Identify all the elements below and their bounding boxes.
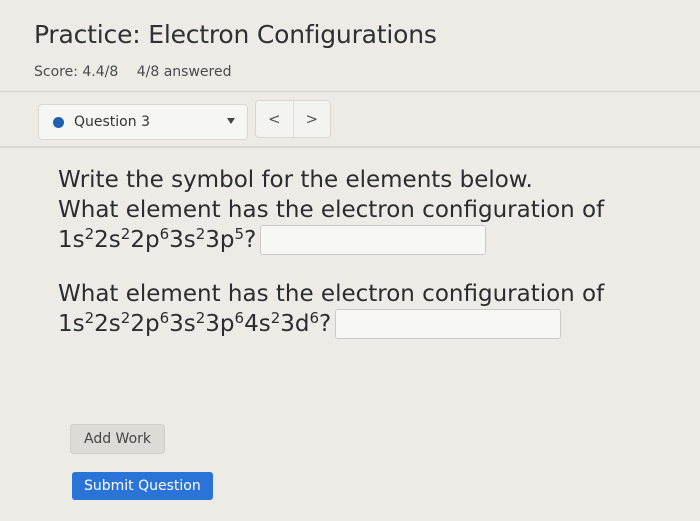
question-part-2-text: What element has the electron configurat… bbox=[58, 281, 605, 307]
question-mark-2: ? bbox=[319, 311, 332, 337]
prev-question-button[interactable]: < bbox=[256, 101, 293, 137]
question-body: Write the symbol for the elements below.… bbox=[58, 165, 678, 339]
page-title: Practice: Electron Configurations bbox=[34, 20, 437, 49]
electron-config-2: 1s22s22p63s23p64s23d6 bbox=[58, 309, 319, 339]
config-term-base: 3p bbox=[205, 227, 235, 253]
config-term-sup: 2 bbox=[84, 309, 95, 327]
question-divider bbox=[0, 146, 700, 148]
question-mark-1: ? bbox=[244, 227, 257, 253]
chevron-left-icon: < bbox=[267, 110, 281, 128]
config-term-sup: 2 bbox=[270, 309, 281, 327]
score-text: Score: 4.4/8 bbox=[34, 64, 119, 80]
config-term-base: 3s bbox=[169, 227, 196, 253]
config-term-base: 3d bbox=[280, 311, 310, 337]
config-term-base: 2s bbox=[94, 311, 121, 337]
config-term-sup: 2 bbox=[84, 225, 95, 243]
submit-question-button[interactable]: Submit Question bbox=[72, 472, 213, 500]
chevron-down-icon bbox=[227, 118, 235, 124]
header-divider bbox=[0, 91, 700, 92]
config-term-sup: 6 bbox=[309, 309, 320, 327]
answer-input-2[interactable] bbox=[335, 309, 562, 339]
config-term-base: 4s bbox=[244, 311, 271, 337]
config-term-sup: 6 bbox=[159, 225, 170, 243]
next-question-button[interactable]: > bbox=[292, 101, 331, 137]
question-prompt: Write the symbol for the elements below. bbox=[58, 167, 533, 193]
answered-text: 4/8 answered bbox=[136, 64, 232, 80]
config-term-base: 2s bbox=[94, 227, 121, 253]
question-part-1-line: 1s22s22p63s23p5? bbox=[58, 225, 678, 255]
config-term-sup: 6 bbox=[159, 309, 170, 327]
config-term-sup: 2 bbox=[120, 309, 131, 327]
question-select[interactable]: Question 3 bbox=[38, 104, 248, 140]
config-term-base: 3s bbox=[169, 311, 196, 337]
question-part-2-line: 1s22s22p63s23p64s23d6? bbox=[58, 309, 678, 339]
config-term-base: 2p bbox=[130, 311, 160, 337]
config-term-sup: 2 bbox=[120, 225, 131, 243]
add-work-button[interactable]: Add Work bbox=[70, 424, 166, 454]
electron-config-1: 1s22s22p63s23p5 bbox=[58, 225, 244, 255]
config-term-base: 3p bbox=[205, 311, 235, 337]
config-term-sup: 5 bbox=[234, 225, 245, 243]
question-select-label: Question 3 bbox=[74, 114, 150, 130]
config-term-sup: 2 bbox=[195, 225, 206, 243]
question-nav-group: < > bbox=[255, 100, 331, 138]
chevron-right-icon: > bbox=[305, 110, 319, 128]
question-part-1-text: What element has the electron configurat… bbox=[58, 197, 605, 223]
config-term-sup: 6 bbox=[234, 309, 245, 327]
selected-dot-icon bbox=[53, 116, 64, 128]
config-term-base: 1s bbox=[58, 311, 85, 337]
config-term-base: 1s bbox=[58, 227, 85, 253]
answer-input-1[interactable] bbox=[260, 225, 487, 255]
config-term-sup: 2 bbox=[195, 309, 206, 327]
score-line: Score: 4.4/8 4/8 answered bbox=[34, 64, 231, 80]
config-term-base: 2p bbox=[130, 227, 160, 253]
